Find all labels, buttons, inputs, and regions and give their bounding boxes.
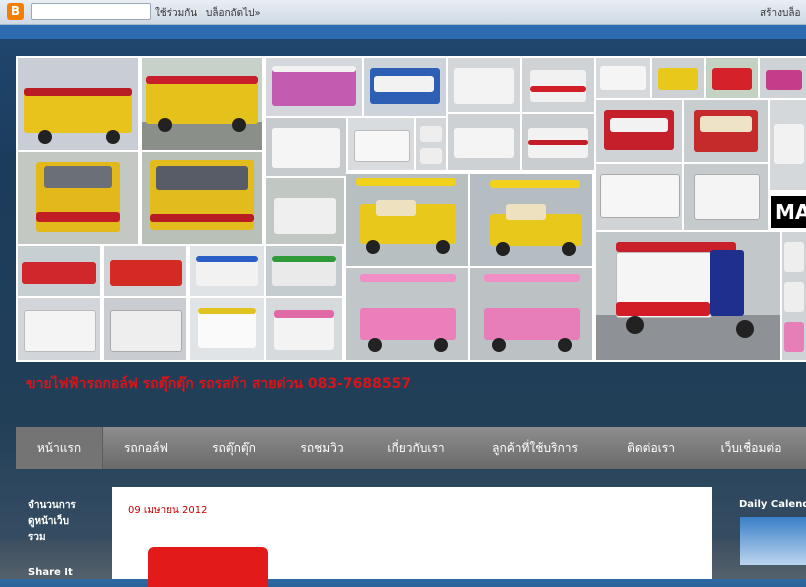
photo-tile	[470, 268, 592, 360]
photo-tile	[18, 246, 100, 296]
photo-tile	[596, 100, 682, 162]
photo-tile	[266, 246, 342, 296]
blogger-navbar: B ใช้ร่วมกัน บล็อกถัดไป» สร้างบล็อ	[0, 0, 806, 25]
photo-tile	[266, 118, 346, 176]
photo-tile	[346, 174, 468, 266]
menu-item-golf-cart[interactable]: รถกอล์ฟ	[104, 427, 188, 469]
photo-tile	[448, 58, 520, 112]
calendar-widget[interactable]	[740, 517, 806, 565]
photo-tile	[596, 164, 682, 230]
photo-tile	[596, 58, 650, 98]
menu-item-contact[interactable]: ติดต่อเรา	[606, 427, 696, 469]
sale-hotline-text: ขายไฟฟ้ารถกอล์ฟ รถตุ๊กตุ๊ก รถรสก้า สายด่…	[26, 376, 412, 392]
photo-tile	[104, 298, 186, 360]
photo-tile	[706, 58, 758, 98]
photo-tile	[782, 232, 806, 360]
photo-tile	[18, 298, 100, 360]
post-container: 09 เมษายน 2012	[112, 487, 712, 587]
menu-item-links[interactable]: เว็บเชื่อมต่อ	[702, 427, 800, 469]
photo-tile	[142, 152, 262, 244]
photo-tile	[522, 114, 594, 170]
header-collage-image[interactable]: MA	[16, 56, 806, 362]
photo-tile	[448, 114, 520, 170]
menu-item-home[interactable]: หน้าแรก	[16, 427, 103, 469]
brand-logo: MA	[771, 196, 806, 228]
pageviews-title: จำนวนการ ดูหน้าเว็บ รวม	[28, 500, 76, 543]
photo-tile	[266, 298, 342, 360]
create-blog-link[interactable]: สร้างบล็อ	[760, 6, 800, 21]
blog-search-input[interactable]	[31, 3, 151, 20]
top-strip	[0, 25, 806, 39]
photo-tile	[416, 118, 446, 170]
share-link[interactable]: ใช้ร่วมกัน	[155, 6, 197, 21]
photo-tile	[190, 298, 264, 360]
photo-tile	[684, 100, 768, 162]
menu-item-tuk-tuk[interactable]: รถตุ๊กตุ๊ก	[192, 427, 276, 469]
photo-tile	[364, 58, 446, 116]
daily-calendar-title: Daily Calendar	[739, 499, 806, 510]
photo-tile	[770, 100, 806, 190]
photo-tile	[18, 152, 138, 244]
photo-tile	[266, 58, 362, 116]
photo-tile	[760, 58, 806, 98]
menu-item-sightseeing[interactable]: รถชมวิว	[278, 427, 366, 469]
photo-tile	[596, 232, 780, 360]
post-date: 09 เมษายน 2012	[128, 505, 208, 516]
photo-tile	[652, 58, 704, 98]
photo-tile	[348, 118, 414, 170]
photo-tile	[266, 178, 344, 244]
photo-tile	[522, 58, 594, 112]
post-image[interactable]	[148, 547, 268, 587]
photo-tile	[142, 58, 262, 150]
menu-item-customers[interactable]: ลูกค้าที่ใช้บริการ	[470, 427, 600, 469]
photo-tile	[346, 268, 468, 360]
main-menu: หน้าแรก รถกอล์ฟ รถตุ๊กตุ๊ก รถชมวิว เกี่ย…	[16, 427, 806, 469]
photo-tile	[104, 246, 186, 296]
photo-tile	[18, 58, 138, 150]
photo-tile	[684, 164, 768, 230]
photo-tile	[190, 246, 264, 296]
blogger-logo-icon[interactable]: B	[7, 3, 24, 20]
menu-item-about[interactable]: เกี่ยวกับเรา	[368, 427, 464, 469]
next-blog-link[interactable]: บล็อกถัดไป»	[206, 6, 261, 21]
photo-tile	[470, 174, 592, 266]
